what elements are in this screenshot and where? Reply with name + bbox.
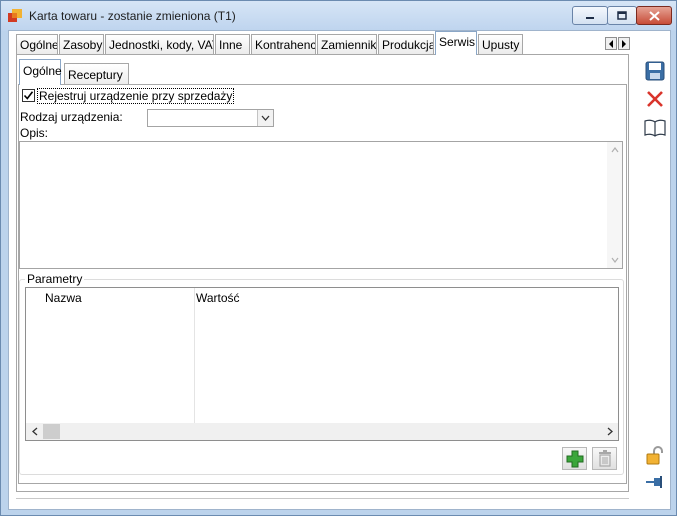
minimize-button[interactable] [572,6,608,25]
cancel-button[interactable] [643,88,667,110]
chevron-right-icon [607,427,613,436]
column-separator [194,288,195,423]
subtab-ogolne[interactable]: Ogólne [19,59,62,85]
device-type-label: Rodzaj urządzenia: [20,110,123,124]
tab-jednostki-kody-vat[interactable]: Jednostki, kody, VAT [105,34,214,54]
description-scrollbar[interactable] [607,142,622,268]
scroll-up-icon [611,147,619,153]
triangle-left-icon [609,39,613,48]
parameters-group-title: Parametry [25,272,85,286]
app-icon [8,9,22,22]
tab-serwis[interactable]: Serwis [435,31,477,55]
trash-icon [598,450,611,467]
delete-parameter-button[interactable] [592,447,617,470]
column-header-wartosc[interactable]: Wartość [196,291,240,305]
tab-scroll-arrows [605,37,631,51]
window: Karta towaru - zostanie zmieniona (T1) O… [0,0,677,516]
tab-zasoby[interactable]: Zasoby [59,34,104,54]
pin-icon [646,476,662,488]
register-device-checkbox[interactable] [22,89,35,102]
window-title: Karta towaru - zostanie zmieniona (T1) [29,9,236,23]
parameters-grid[interactable]: Nazwa Wartość [25,287,619,441]
tab-zamienniki[interactable]: Zamienniki [317,34,377,54]
hscroll-right-button[interactable] [602,424,617,439]
lock-icon [646,446,663,465]
maximize-icon [617,11,627,20]
minimize-icon [586,16,594,19]
close-button[interactable] [636,6,672,25]
maximize-button[interactable] [607,6,637,25]
tab-scroll-left-button[interactable] [605,37,617,50]
lock-button[interactable] [643,445,667,467]
tab-produkcja[interactable]: Produkcja [378,34,434,54]
ogolne-subpage: Rejestruj urządzenie przy sprzedaży Rodz… [18,84,627,484]
scroll-down-icon [611,257,619,263]
triangle-right-icon [622,39,626,48]
tab-kontrahenci[interactable]: Kontrahenci [251,34,316,54]
subtab-receptury[interactable]: Receptury [64,63,129,85]
register-device-label[interactable]: Rejestruj urządzenie przy sprzedaży [37,88,235,104]
description-label: Opis: [20,126,49,140]
serwis-page: Ogólne Receptury Rejestruj urządzenie pr… [16,55,629,492]
chevron-left-icon [31,427,37,436]
cancel-icon [647,91,663,107]
description-textarea[interactable] [19,141,623,269]
tab-upusty[interactable]: Upusty [478,34,523,54]
status-divider [16,498,629,499]
device-type-dropdown-button[interactable] [257,110,273,126]
add-parameter-button[interactable] [562,447,587,470]
save-button[interactable] [643,60,667,82]
pin-button[interactable] [643,471,667,493]
book-button[interactable] [643,117,667,139]
chevron-down-icon [261,115,270,121]
hscroll-thumb[interactable] [43,424,60,439]
save-icon [645,61,665,81]
hscroll-left-button[interactable] [27,424,42,439]
parameters-hscrollbar[interactable] [26,423,618,440]
book-icon [644,119,666,137]
client-area: Ogólne Zasoby Jednostki, kody, VAT Inne … [8,30,671,510]
checkmark-icon [23,91,34,100]
device-type-select[interactable] [147,109,274,127]
tab-scroll-right-button[interactable] [618,37,630,50]
plus-icon [566,450,583,467]
title-bar: Karta towaru - zostanie zmieniona (T1) [1,1,676,31]
column-header-nazwa[interactable]: Nazwa [45,291,82,305]
close-icon [648,10,660,21]
tab-inne[interactable]: Inne [215,34,250,54]
parameters-group: Parametry Nazwa Wartość [19,272,624,475]
tab-ogolne[interactable]: Ogólne [16,34,58,54]
